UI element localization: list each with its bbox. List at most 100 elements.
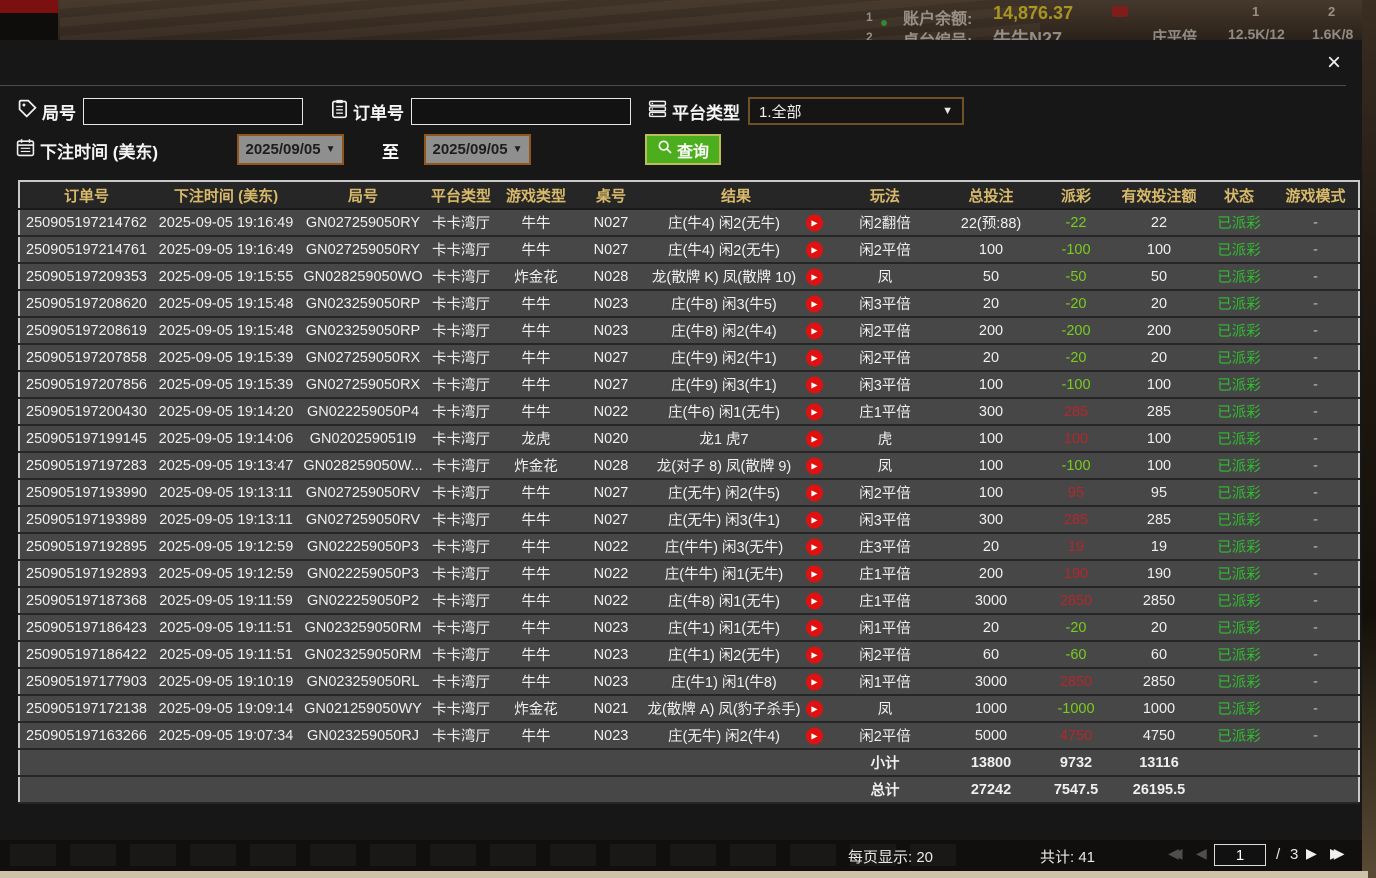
cell-platform: 卡卡湾厅 <box>427 587 495 614</box>
cell-result: 庄(牛8) 闲1(无牛)▶ <box>645 587 827 614</box>
play-video-icon[interactable]: ▶ <box>806 484 823 501</box>
cell-game_type: 牛牛 <box>495 398 577 425</box>
bet-history-modal: × 局号 订单号 平台类型 1.全部 ▼ <box>0 40 1362 871</box>
play-video-icon[interactable]: ▶ <box>806 430 823 447</box>
page-number-input[interactable] <box>1214 844 1266 866</box>
play-video-icon[interactable]: ▶ <box>806 511 823 528</box>
subtotal-row-round_id <box>299 749 427 776</box>
play-video-icon[interactable]: ▶ <box>806 700 823 717</box>
cell-total_bet: 300 <box>943 506 1039 533</box>
query-button[interactable]: 查询 <box>645 134 721 165</box>
cell-play_type: 闲2平倍 <box>827 641 943 668</box>
table-number-label: 桌台编号: <box>903 27 972 40</box>
order-filter-group: 订单号 <box>331 97 631 125</box>
cell-payout: -100 <box>1039 236 1113 263</box>
last-page-icon[interactable]: ▶▶ <box>1330 845 1338 862</box>
table-row: 2509051972147612025-09-05 19:16:49GN0272… <box>19 236 1359 263</box>
cell-game_mode: - <box>1273 695 1359 722</box>
cell-table_no: N023 <box>577 290 645 317</box>
cell-platform: 卡卡湾厅 <box>427 668 495 695</box>
cell-status: 已派彩 <box>1205 506 1273 533</box>
play-video-icon[interactable]: ▶ <box>806 214 823 231</box>
column-header-bet_time: 下注时间 (美东) <box>153 181 299 209</box>
cell-table_no: N027 <box>577 209 645 236</box>
play-video-icon[interactable]: ▶ <box>806 295 823 312</box>
play-video-icon[interactable]: ▶ <box>806 727 823 744</box>
table-row: 2509051972004302025-09-05 19:14:20GN0222… <box>19 398 1359 425</box>
cell-platform: 卡卡湾厅 <box>427 533 495 560</box>
cell-game_type: 炸金花 <box>495 452 577 479</box>
cell-game_type: 牛牛 <box>495 209 577 236</box>
cell-table_no: N027 <box>577 371 645 398</box>
play-video-icon[interactable]: ▶ <box>806 241 823 258</box>
column-header-platform: 平台类型 <box>427 181 495 209</box>
play-video-icon[interactable]: ▶ <box>806 673 823 690</box>
first-page-icon[interactable]: ◀◀ <box>1168 845 1176 862</box>
cell-table_no: N023 <box>577 668 645 695</box>
date-from-picker[interactable]: 2025/09/05 ▼ <box>237 134 344 165</box>
table-row: 2509051971928932025-09-05 19:12:59GN0222… <box>19 560 1359 587</box>
cell-result: 庄(牛8) 闲2(牛4)▶ <box>645 317 827 344</box>
cell-total_bet: 100 <box>943 371 1039 398</box>
play-video-icon[interactable]: ▶ <box>806 349 823 366</box>
cell-valid_bet: 20 <box>1113 614 1205 641</box>
close-icon[interactable]: × <box>1323 53 1345 75</box>
date-to-picker[interactable]: 2025/09/05 ▼ <box>424 134 531 165</box>
play-video-icon[interactable]: ▶ <box>806 592 823 609</box>
play-video-icon[interactable]: ▶ <box>806 268 823 285</box>
cell-total_bet: 1000 <box>943 695 1039 722</box>
play-video-icon[interactable]: ▶ <box>806 322 823 339</box>
play-video-icon[interactable]: ▶ <box>806 565 823 582</box>
cell-result: 庄(牛9) 闲3(牛1)▶ <box>645 371 827 398</box>
next-page-icon[interactable]: ▶ <box>1306 845 1317 862</box>
cell-result: 龙1 虎7▶ <box>645 425 827 452</box>
cell-play_type: 闲2平倍 <box>827 344 943 371</box>
play-video-icon[interactable]: ▶ <box>806 376 823 393</box>
cell-result: 庄(牛9) 闲2(牛1)▶ <box>645 344 827 371</box>
table-row: 2509051971779032025-09-05 19:10:19GN0232… <box>19 668 1359 695</box>
play-video-icon[interactable]: ▶ <box>806 538 823 555</box>
date-to-value: 2025/09/05 <box>433 141 508 158</box>
play-video-icon[interactable]: ▶ <box>806 403 823 420</box>
cell-total_bet: 200 <box>943 317 1039 344</box>
cell-valid_bet: 285 <box>1113 506 1205 533</box>
cell-game_type: 牛牛 <box>495 668 577 695</box>
cell-payout: 95 <box>1039 479 1113 506</box>
cell-result: 龙(散牌 A) 凤(豹子杀手)▶ <box>645 695 827 722</box>
cell-game_mode: - <box>1273 236 1359 263</box>
cell-payout: -20 <box>1039 290 1113 317</box>
play-video-icon[interactable]: ▶ <box>806 457 823 474</box>
column-header-payout: 派彩 <box>1039 181 1113 209</box>
order-input[interactable] <box>411 98 631 125</box>
cell-valid_bet: 285 <box>1113 398 1205 425</box>
play-video-icon[interactable]: ▶ <box>806 646 823 663</box>
cell-bet_time: 2025-09-05 19:10:19 <box>153 668 299 695</box>
dim-tile <box>610 844 656 866</box>
cell-order_id: 250905197192893 <box>19 560 153 587</box>
platform-select[interactable]: 1.全部 ▼ <box>748 97 964 125</box>
cell-table_no: N027 <box>577 479 645 506</box>
cell-status: 已派彩 <box>1205 641 1273 668</box>
cell-game_type: 牛牛 <box>495 506 577 533</box>
cell-bet_time: 2025-09-05 19:15:48 <box>153 290 299 317</box>
prev-page-icon[interactable]: ◀ <box>1196 845 1200 862</box>
play-video-icon[interactable]: ▶ <box>806 619 823 636</box>
cell-total_bet: 60 <box>943 641 1039 668</box>
cell-play_type: 闲1平倍 <box>827 668 943 695</box>
cell-status: 已派彩 <box>1205 560 1273 587</box>
cell-status: 已派彩 <box>1205 209 1273 236</box>
cell-platform: 卡卡湾厅 <box>427 371 495 398</box>
table-number-value: 牛牛N27 <box>993 25 1062 40</box>
cell-total_bet: 5000 <box>943 722 1039 749</box>
cell-valid_bet: 1000 <box>1113 695 1205 722</box>
cell-round_id: GN028259050W... <box>299 452 427 479</box>
cell-game_type: 牛牛 <box>495 479 577 506</box>
cell-payout: -60 <box>1039 641 1113 668</box>
round-input[interactable] <box>83 98 303 125</box>
cell-payout: 19 <box>1039 533 1113 560</box>
total-row-game_mode <box>1273 776 1359 803</box>
cell-bet_time: 2025-09-05 19:13:11 <box>153 479 299 506</box>
cell-result: 庄(无牛) 闲3(牛1)▶ <box>645 506 827 533</box>
cell-play_type: 虎 <box>827 425 943 452</box>
cell-valid_bet: 60 <box>1113 641 1205 668</box>
